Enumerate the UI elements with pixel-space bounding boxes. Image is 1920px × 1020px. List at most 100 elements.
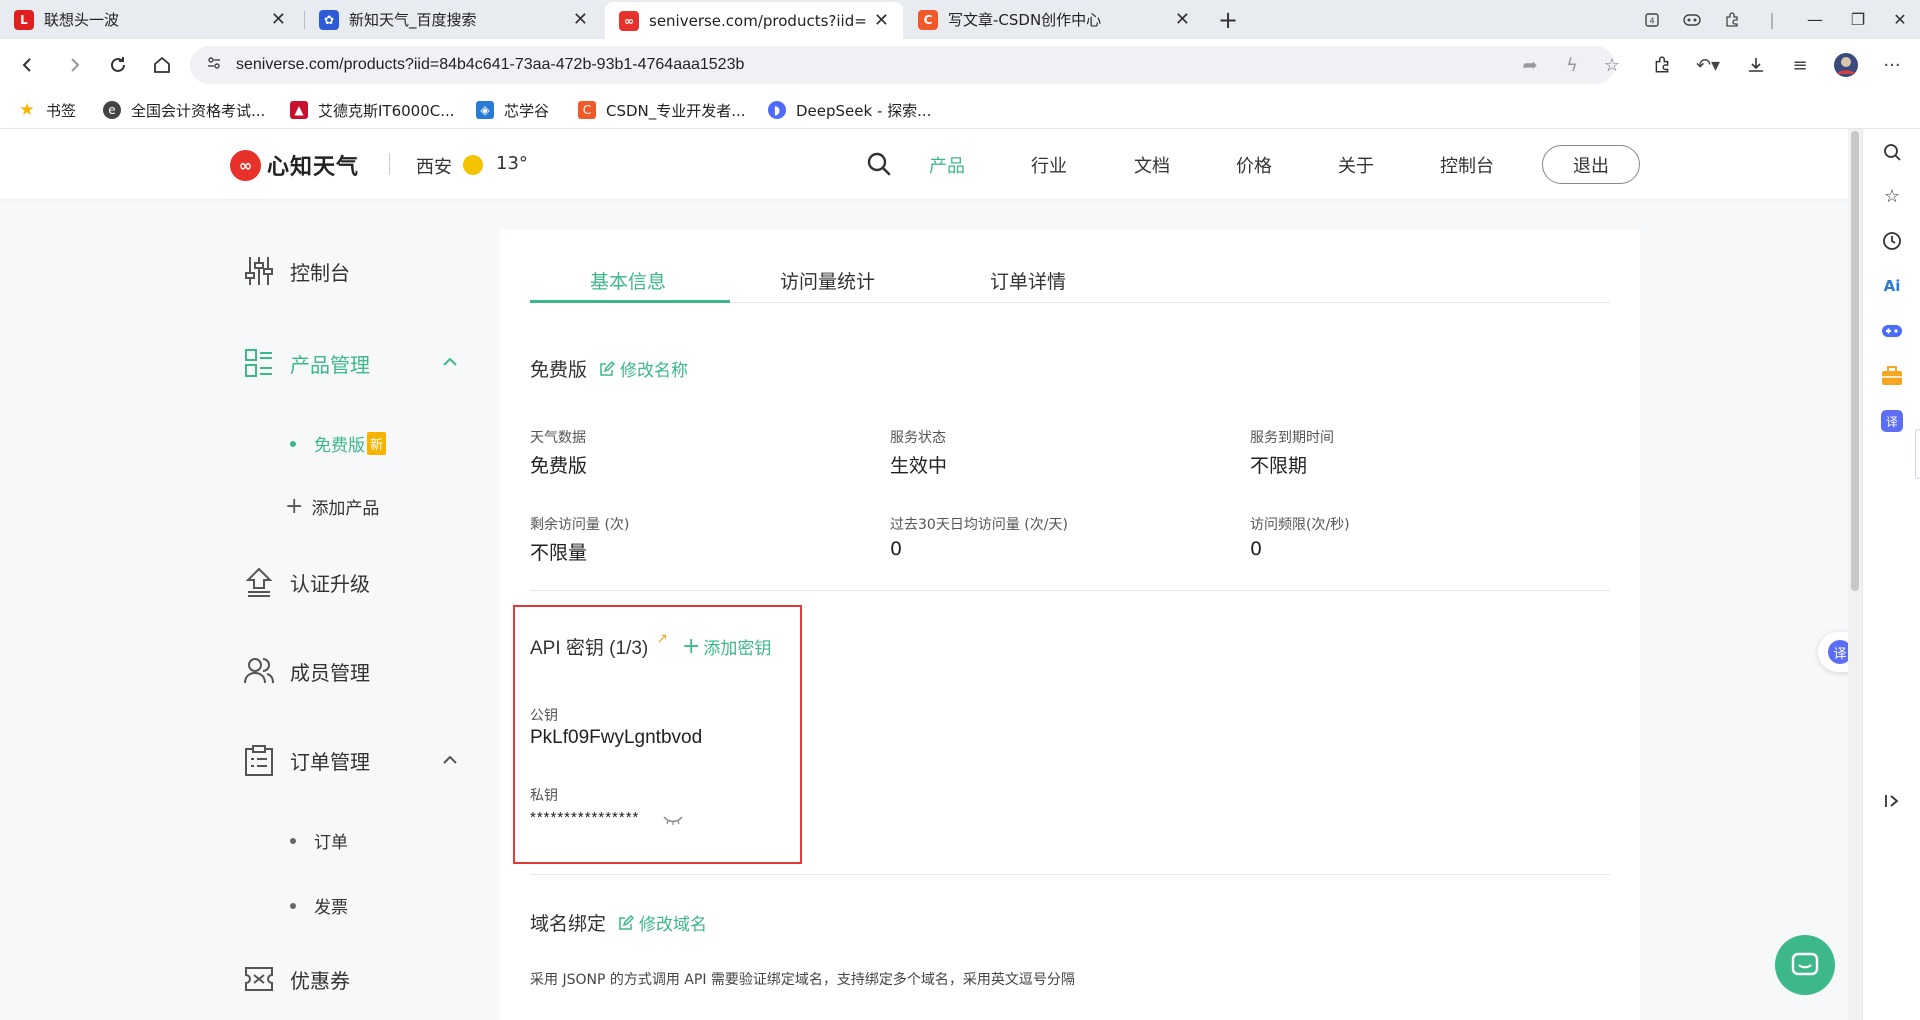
edit-icon bbox=[619, 914, 635, 930]
sidebar-item-console[interactable]: 控制台 bbox=[244, 256, 350, 286]
share-icon[interactable]: ➦ bbox=[1514, 49, 1546, 81]
more-menu-icon[interactable]: ··· bbox=[1876, 49, 1908, 81]
sidebar-item-members[interactable]: 成员管理 bbox=[244, 656, 370, 686]
search-icon[interactable] bbox=[1880, 140, 1904, 164]
extensions-puzzle-icon[interactable] bbox=[1646, 49, 1678, 81]
bookmark-item[interactable]: C CSDN_专业开发者... bbox=[578, 99, 746, 121]
back-button[interactable] bbox=[12, 49, 44, 81]
star-icon[interactable]: ☆ bbox=[1880, 184, 1904, 208]
page-scrollbar[interactable] bbox=[1848, 129, 1862, 1020]
tab-basic-info[interactable]: 基本信息 bbox=[590, 267, 666, 294]
window-close-button[interactable]: ✕ bbox=[1880, 0, 1920, 39]
sidebar-subitem-invoice[interactable]: 发票 bbox=[290, 893, 348, 918]
sidebar-item-product-mgmt[interactable]: 产品管理 bbox=[244, 348, 370, 378]
tab-order-details[interactable]: 订单详情 bbox=[990, 267, 1066, 294]
plan-title-row: 免费版 修改名称 bbox=[530, 355, 688, 382]
sidebar-item-cert-upgrade[interactable]: 认证升级 bbox=[244, 567, 370, 597]
address-bar[interactable]: seniverse.com/products?iid=84b4c641-73aa… bbox=[190, 46, 1615, 84]
extensions-icon[interactable] bbox=[1712, 0, 1752, 39]
bookmark-item[interactable]: ◗ DeepSeek - 探索... bbox=[768, 99, 931, 121]
scroll-thumb[interactable] bbox=[1851, 131, 1859, 591]
nav-products[interactable]: 产品 bbox=[929, 152, 965, 178]
browser-tab-active[interactable]: ∞ seniverse.com/products?iid=84 ✕ bbox=[605, 2, 903, 39]
plus-icon: + bbox=[285, 494, 304, 519]
gamepad-icon[interactable] bbox=[1880, 319, 1904, 343]
minimize-button[interactable]: — bbox=[1795, 0, 1835, 39]
close-icon[interactable]: ✕ bbox=[573, 9, 588, 30]
undo-icon[interactable]: ↶▾ bbox=[1692, 49, 1724, 81]
sidebar-label: 优惠券 bbox=[290, 968, 350, 993]
browser-tab-4[interactable]: C 写文章-CSDN创作中心 ✕ bbox=[904, 0, 1204, 39]
sidebar-subitem-orders[interactable]: 订单 bbox=[290, 828, 348, 853]
sidebar-item-coupon[interactable]: 优惠券 bbox=[244, 964, 350, 994]
page-viewport: ∞ 心知天气 西安 13° 产品 行业 文档 价格 关于 控制台 退出 控制台 … bbox=[0, 129, 1848, 1020]
field-label: 访问频限(次/秒) bbox=[1250, 517, 1350, 533]
add-key-label: 添加密钥 bbox=[703, 639, 772, 659]
bookmark-item[interactable]: ◈ 芯学谷 bbox=[476, 99, 549, 121]
edit-name-link[interactable]: 修改名称 bbox=[599, 356, 688, 381]
chat-support-button[interactable] bbox=[1775, 935, 1835, 995]
bullet-dot bbox=[290, 837, 296, 844]
reload-button[interactable] bbox=[102, 49, 134, 81]
game-icon[interactable] bbox=[1672, 0, 1712, 39]
close-icon[interactable]: ✕ bbox=[1175, 9, 1190, 30]
external-link-icon[interactable]: ↗ bbox=[656, 631, 668, 647]
history-clock-icon[interactable] bbox=[1880, 229, 1904, 253]
nav-docs[interactable]: 文档 bbox=[1134, 152, 1170, 178]
chevron-up-icon[interactable] bbox=[442, 355, 458, 371]
edit-domain-link[interactable]: 修改域名 bbox=[618, 910, 707, 935]
collections-icon[interactable]: ≡ bbox=[1784, 49, 1816, 81]
tab-visit-stats[interactable]: 访问量统计 bbox=[780, 267, 875, 294]
browser-tabbar: L 联想头一波 ✕ ✿ 新知天气_百度搜索 ✕ ∞ seniverse.com/… bbox=[0, 0, 1920, 39]
sidebar-label: 发票 bbox=[314, 898, 348, 918]
close-icon[interactable]: ✕ bbox=[271, 9, 286, 30]
workspaces-icon[interactable]: 4 bbox=[1632, 0, 1672, 39]
profile-avatar[interactable] bbox=[1830, 49, 1862, 81]
ai-icon[interactable]: Ai bbox=[1880, 274, 1904, 298]
chevron-up-icon[interactable] bbox=[442, 753, 458, 769]
nav-about[interactable]: 关于 bbox=[1338, 152, 1374, 178]
close-icon[interactable]: ✕ bbox=[874, 10, 889, 31]
restore-button[interactable]: ❐ bbox=[1838, 0, 1878, 39]
translate-float-button[interactable]: 译 bbox=[1818, 632, 1848, 672]
toolbox-icon[interactable] bbox=[1880, 364, 1904, 388]
browser-tab-1[interactable]: L 联想头一波 ✕ bbox=[0, 0, 300, 39]
nav-industry[interactable]: 行业 bbox=[1031, 152, 1067, 178]
bookmark-item[interactable]: ▲ 艾德克斯IT6000C... bbox=[290, 99, 455, 121]
nav-console[interactable]: 控制台 bbox=[1440, 152, 1494, 178]
eye-closed-icon[interactable] bbox=[662, 813, 684, 832]
browser-tab-2[interactable]: ✿ 新知天气_百度搜索 ✕ bbox=[305, 0, 602, 39]
private-key-label: 私钥 bbox=[530, 788, 558, 804]
collapse-panel-icon[interactable] bbox=[1880, 789, 1904, 813]
logout-button[interactable]: 退出 bbox=[1542, 145, 1640, 184]
forward-button[interactable] bbox=[58, 49, 90, 81]
domain-description: 采用 JSONP 的方式调用 API 需要验证绑定域名，支持绑定多个域名，采用英… bbox=[530, 972, 1075, 988]
new-tab-button[interactable]: + bbox=[1208, 0, 1248, 39]
bookmark-label: 艾德克斯IT6000C... bbox=[318, 101, 455, 120]
chip-icon: ◈ bbox=[476, 101, 494, 119]
chat-icon bbox=[1791, 952, 1819, 976]
nav-pricing[interactable]: 价格 bbox=[1236, 152, 1272, 178]
site-logo[interactable]: ∞ 心知天气 bbox=[230, 149, 359, 181]
edit-domain-label: 修改域名 bbox=[639, 915, 708, 935]
temperature: 13° bbox=[496, 153, 528, 174]
favorite-star-icon[interactable]: ☆ bbox=[1596, 49, 1628, 81]
site-info-icon[interactable] bbox=[206, 55, 222, 75]
bookmark-item[interactable]: e 全国会计资格考试... bbox=[103, 99, 265, 121]
sidebar-item-orders-mgmt[interactable]: 订单管理 bbox=[244, 745, 370, 776]
translate-icon[interactable]: 译 bbox=[1880, 409, 1904, 433]
sidebar-subitem-add-product[interactable]: + 添加产品 bbox=[285, 494, 379, 519]
svg-text:4: 4 bbox=[1649, 16, 1654, 25]
search-icon[interactable] bbox=[866, 151, 892, 177]
field-label: 服务到期时间 bbox=[1250, 430, 1334, 446]
download-icon[interactable] bbox=[1740, 49, 1772, 81]
api-key-title-row: API 密钥 (1/3) ↗ + 添加密钥 bbox=[530, 631, 771, 660]
panel-scroll-indicator[interactable] bbox=[1915, 429, 1920, 479]
lightning-icon[interactable]: ϟ bbox=[1556, 49, 1588, 81]
add-key-link[interactable]: + 添加密钥 bbox=[682, 634, 771, 659]
bookmark-item[interactable]: ★ 书签 bbox=[18, 99, 76, 121]
plus-icon: + bbox=[681, 634, 701, 659]
home-button[interactable] bbox=[146, 49, 178, 81]
sidebar-subitem-free[interactable]: 免费版 新 bbox=[290, 431, 387, 456]
field-value: 免费版 bbox=[530, 455, 588, 477]
